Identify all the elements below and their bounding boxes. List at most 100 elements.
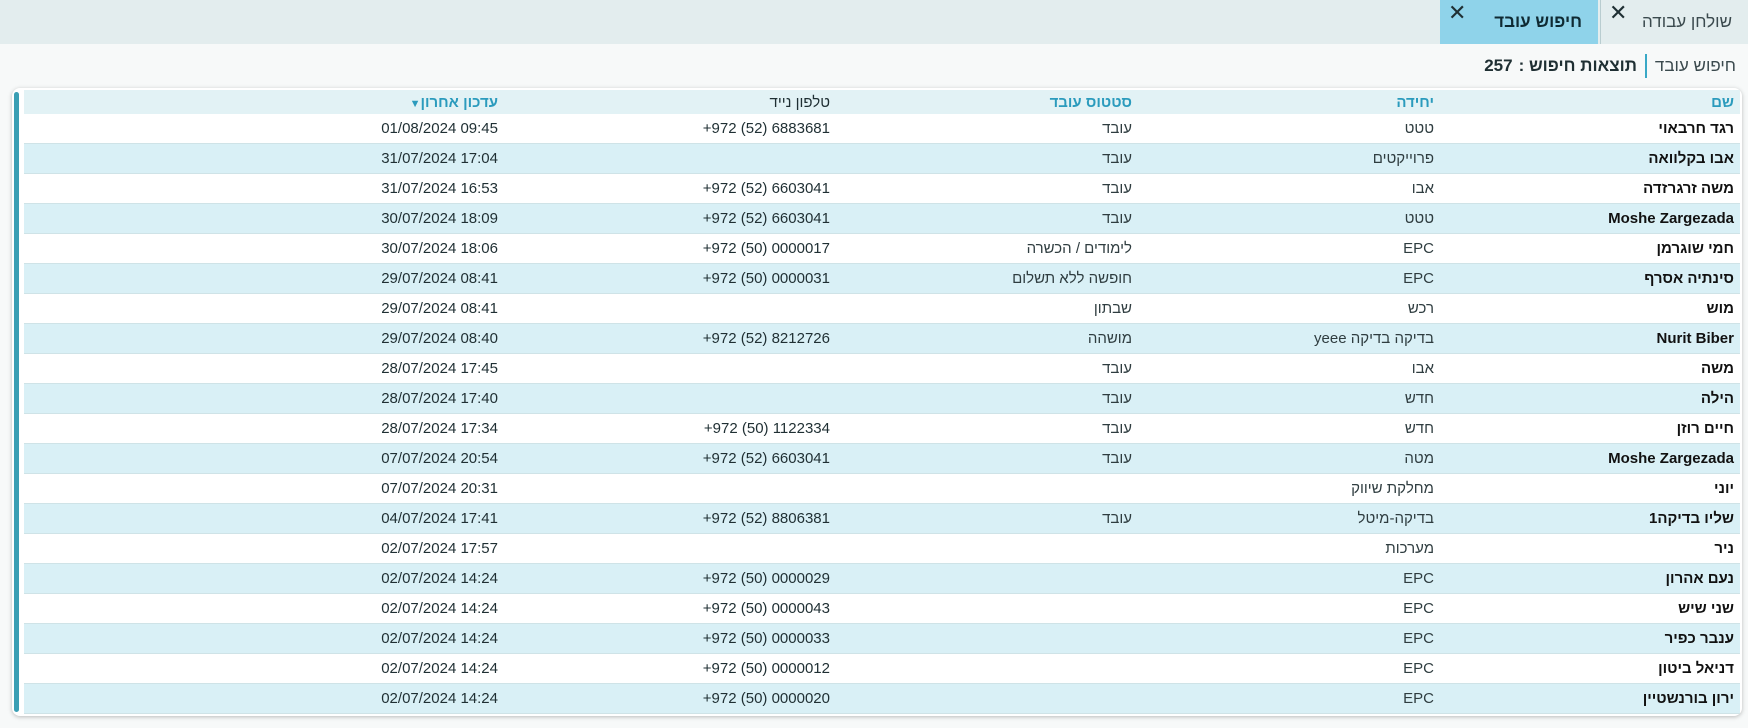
cell-name: נעם אהרון [1440, 563, 1740, 594]
table-row[interactable]: מוש רכש שבתון 29/07/2024 08:41 [24, 293, 1740, 324]
close-icon[interactable]: ✕ [1609, 2, 1627, 24]
table-row[interactable]: Nurit Biber בדיקה בדיקה yeee מושהה +972 (52… [24, 323, 1740, 354]
cell-unit: אבו [1138, 353, 1440, 384]
cell-unit: חדש [1138, 383, 1440, 414]
tab-workbench-label: שולחן עבודה [1642, 12, 1732, 31]
table-row[interactable]: Moshe Zargezada מטה עובד +972 (52) 6603041 0… [24, 443, 1740, 474]
table-row[interactable]: סינתיה אסרף EPC חופשה ללא תשלום +972 (50) 0… [24, 263, 1740, 294]
cell-updated: 30/07/2024 18:06 [24, 233, 504, 264]
scrollbar[interactable] [14, 92, 19, 712]
table-row[interactable]: ירון בורנשטיין EPC +972 (50) 0000020 02/07/… [24, 683, 1740, 714]
cell-status [836, 533, 1138, 564]
cell-status [836, 563, 1138, 594]
table-row[interactable]: ניר מערכות 02/07/2024 17:57 [24, 533, 1740, 564]
cell-unit: EPC [1138, 593, 1440, 624]
table-row[interactable]: Moshe Zargezada טטט עובד +972 (52) 6603041 3… [24, 203, 1740, 234]
cell-updated: 07/07/2024 20:54 [24, 443, 504, 474]
cell-updated: 29/07/2024 08:41 [24, 263, 504, 294]
cell-status: שבתון [836, 293, 1138, 324]
cell-name: סינתיה אסרף [1440, 263, 1740, 294]
cell-unit: פרוייקטים [1138, 143, 1440, 174]
cell-status: מושהה [836, 323, 1138, 354]
table-row[interactable]: ענבר כפיר EPC +972 (50) 0000033 02/07/2024 … [24, 623, 1740, 654]
cell-status: עובד [836, 353, 1138, 384]
cell-phone [504, 473, 836, 504]
cell-status [836, 473, 1138, 504]
cell-unit: טטט [1138, 114, 1440, 144]
column-header-phone[interactable]: טלפון נייד [504, 90, 836, 114]
cell-status: עובד [836, 383, 1138, 414]
breadcrumb-separator [1644, 54, 1647, 78]
cell-updated: 28/07/2024 17:40 [24, 383, 504, 414]
cell-unit: בדיקה בדיקה yeee [1138, 323, 1440, 354]
cell-updated: 04/07/2024 17:41 [24, 503, 504, 534]
cell-status [836, 653, 1138, 684]
cell-updated: 02/07/2024 14:24 [24, 653, 504, 684]
table-row[interactable]: אבו בקלוואה פרוייקטים עובד 31/07/2024 17:04 [24, 143, 1740, 174]
column-header-unit[interactable]: יחידה [1138, 90, 1440, 114]
cell-name: Moshe Zargezada [1440, 443, 1740, 474]
cell-phone [504, 533, 836, 564]
cell-unit: מערכות [1138, 533, 1440, 564]
close-icon[interactable]: ✕ [1448, 2, 1466, 24]
cell-status: עובד [836, 143, 1138, 174]
cell-updated: 30/07/2024 18:09 [24, 203, 504, 234]
cell-updated: 02/07/2024 14:24 [24, 593, 504, 624]
cell-name: אבו בקלוואה [1440, 143, 1740, 174]
cell-phone: +972 (52) 6883681 [504, 114, 836, 144]
cell-name: משה [1440, 353, 1740, 384]
cell-updated: 31/07/2024 17:04 [24, 143, 504, 174]
cell-status: לימודים / הכשרה [836, 233, 1138, 264]
cell-updated: 28/07/2024 17:34 [24, 413, 504, 444]
table-row[interactable]: חיים רוזן חדש עובד +972 (50) 1122334 28/07/2… [24, 413, 1740, 444]
cell-status: עובד [836, 443, 1138, 474]
table-row[interactable]: נעם אהרון EPC +972 (50) 0000029 02/07/2024 … [24, 563, 1740, 594]
cell-phone: +972 (50) 0000017 [504, 233, 836, 264]
cell-phone: +972 (52) 6603041 [504, 173, 836, 204]
table-row[interactable]: רגד חרבאוי טטט עובד +972 (52) 6883681 01/08/… [24, 114, 1740, 144]
table-row[interactable]: יוני מחלקת שיווק 07/07/2024 20:31 [24, 473, 1740, 504]
cell-updated: 29/07/2024 08:41 [24, 293, 504, 324]
cell-name: יוני [1440, 473, 1740, 504]
column-header-updated[interactable]: עדכון אחרון▼ [24, 90, 504, 114]
sort-desc-icon: ▼ [409, 97, 421, 110]
table-row[interactable]: הילה חדש עובד 28/07/2024 17:40 [24, 383, 1740, 414]
result-count: 257 [1484, 56, 1513, 75]
cell-status [836, 683, 1138, 714]
cell-unit: בדיקה-מיטל [1138, 503, 1440, 534]
cell-updated: 28/07/2024 17:45 [24, 353, 504, 384]
cell-phone: +972 (50) 0000031 [504, 263, 836, 294]
cell-updated: 31/07/2024 16:53 [24, 173, 504, 204]
column-header-updated-label: עדכון אחרון [420, 93, 498, 111]
cell-unit: EPC [1138, 563, 1440, 594]
tab-workbench[interactable]: ✕ שולחן עבודה [1600, 0, 1748, 44]
cell-name: חיים רוזן [1440, 413, 1740, 444]
breadcrumb-link-employee-search[interactable]: חיפוש עובד [1655, 56, 1736, 76]
table-row[interactable]: שליו בדיקה1 בדיקה-מיטל עובד +972 (52) 88063… [24, 503, 1740, 534]
tab-bar: ✕ שולחן עבודה ✕ חיפוש עובד [0, 0, 1748, 44]
table-row[interactable]: שני שיש EPC +972 (50) 0000043 02/07/2024 14… [24, 593, 1740, 624]
table-row[interactable]: משה אבו עובד 28/07/2024 17:45 [24, 353, 1740, 384]
tab-employee-search[interactable]: ✕ חיפוש עובד [1440, 0, 1598, 44]
cell-unit: EPC [1138, 683, 1440, 714]
column-header-status[interactable]: סטטוס עובד [836, 90, 1138, 114]
cell-name: רגד חרבאוי [1440, 114, 1740, 144]
table-row[interactable]: משה זרגרזדה אבו עובד +972 (52) 6603041 31/07… [24, 173, 1740, 204]
cell-unit: EPC [1138, 263, 1440, 294]
cell-name: Nurit Biber [1440, 323, 1740, 354]
cell-updated: 07/07/2024 20:31 [24, 473, 504, 504]
table-row[interactable]: דניאל ביטון EPC +972 (50) 0000012 02/07/202… [24, 653, 1740, 684]
table-header-row: שם יחידה סטטוס עובד טלפון נייד עדכון אחר… [24, 90, 1740, 114]
tab-employee-search-label: חיפוש עובד [1494, 12, 1582, 31]
cell-phone: +972 (50) 0000043 [504, 593, 836, 624]
breadcrumb: חיפוש עובד תוצאות חיפוש : 257 [0, 52, 1748, 80]
table-row[interactable]: חמי שוגרמן EPC לימודים / הכשרה +972 (50) 00… [24, 233, 1740, 264]
cell-status: עובד [836, 413, 1138, 444]
cell-name: שליו בדיקה1 [1440, 503, 1740, 534]
results-table: שם יחידה סטטוס עובד טלפון נייד עדכון אחר… [24, 90, 1740, 714]
cell-phone: +972 (52) 8806381 [504, 503, 836, 534]
cell-unit: חדש [1138, 413, 1440, 444]
cell-phone [504, 383, 836, 414]
cell-unit: מחלקת שיווק [1138, 473, 1440, 504]
column-header-name[interactable]: שם [1440, 90, 1740, 114]
